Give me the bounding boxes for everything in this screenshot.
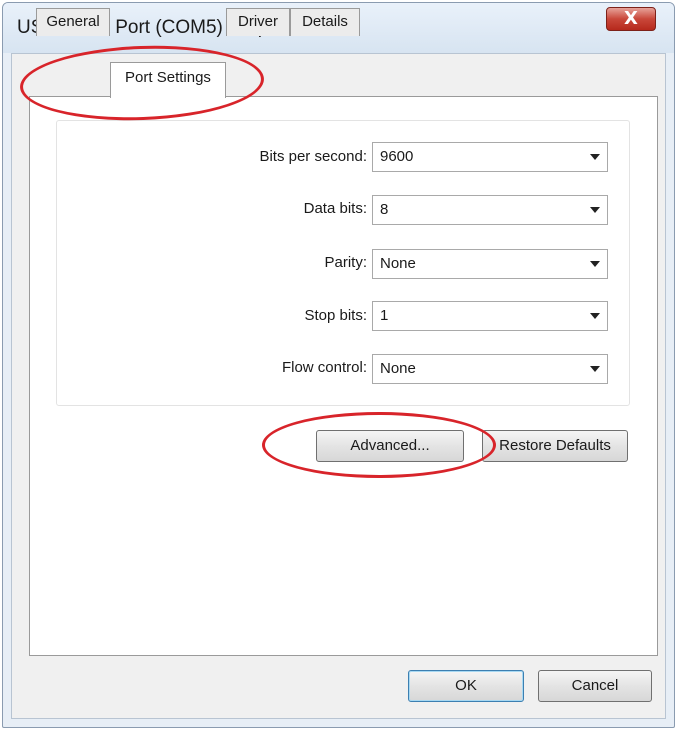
data-bits-value: 8 <box>380 201 389 218</box>
bits-per-second-value: 9600 <box>380 148 414 165</box>
parity-label: Parity: <box>324 254 367 271</box>
ok-button[interactable]: OK <box>408 670 524 702</box>
restore-defaults-button[interactable]: Restore Defaults <box>482 430 628 462</box>
close-icon: X <box>624 8 638 29</box>
bits-per-second-dropdown[interactable]: 9600 <box>372 142 608 172</box>
tab-details[interactable]: Details <box>290 8 360 36</box>
parity-dropdown[interactable]: None <box>372 249 608 279</box>
close-button[interactable]: X <box>606 7 656 31</box>
data-bits-dropdown[interactable]: 8 <box>372 195 608 225</box>
parity-value: None <box>380 255 416 272</box>
tab-port-settings[interactable]: Port Settings <box>110 62 226 98</box>
stop-bits-dropdown[interactable]: 1 <box>372 301 608 331</box>
chevron-down-icon <box>590 313 600 319</box>
flow-control-value: None <box>380 360 416 377</box>
flow-control-dropdown[interactable]: None <box>372 354 608 384</box>
chevron-down-icon <box>590 207 600 213</box>
stop-bits-label: Stop bits: <box>304 307 367 324</box>
flow-control-label: Flow control: <box>281 359 367 376</box>
stop-bits-value: 1 <box>380 307 389 324</box>
chevron-down-icon <box>590 154 600 160</box>
bits-per-second-label: Bits per second: <box>259 148 367 165</box>
chevron-down-icon <box>590 366 600 372</box>
cancel-button[interactable]: Cancel <box>538 670 652 702</box>
chevron-down-icon <box>590 261 600 267</box>
tab-general[interactable]: General <box>36 8 110 36</box>
data-bits-label: Data bits: <box>303 200 367 217</box>
advanced-button[interactable]: Advanced... <box>316 430 464 462</box>
tab-driver[interactable]: Driver <box>226 8 290 36</box>
